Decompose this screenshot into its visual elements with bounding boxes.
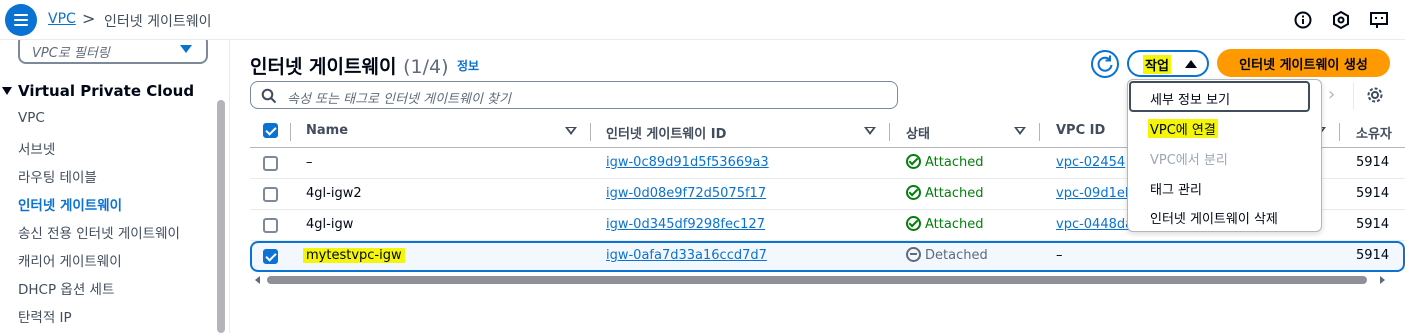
actions-button[interactable]: 작업 [1127, 50, 1209, 77]
cell-vpc-id-link[interactable]: vpc-02454 [1056, 155, 1125, 170]
cell-name: mytestvpc-igw [303, 248, 405, 263]
menu-item-attach-to-vpc[interactable]: VPC에 연결 [1148, 119, 1218, 138]
divider [1353, 82, 1354, 110]
row-checkbox[interactable] [263, 156, 278, 171]
page-title: 인터넷 게이트웨이 (1/4) [250, 52, 449, 79]
minus-circle-icon [906, 247, 921, 262]
select-all-checkbox[interactable] [263, 123, 278, 138]
page-title-text: 인터넷 게이트웨이 [250, 56, 397, 78]
status-badge: Attached [906, 185, 983, 201]
vpc-filter-select[interactable]: VPC로 필터링 [18, 40, 208, 64]
caret-down-icon [2, 87, 12, 95]
sort-icon[interactable] [1014, 127, 1026, 135]
vpc-filter-placeholder: VPC로 필터링 [32, 46, 110, 61]
column-header-igw-id[interactable]: 인터넷 게이트웨이 ID [606, 123, 726, 142]
row-checkbox[interactable] [263, 187, 278, 202]
cell-igw-id-link[interactable]: igw-0c89d91d5f53669a3 [606, 155, 769, 170]
cell-name: 4gl-igw2 [306, 186, 362, 201]
sort-icon[interactable] [565, 127, 577, 135]
refresh-button[interactable] [1091, 50, 1119, 78]
cell-igw-id-link[interactable]: igw-0d345df9298fec127 [606, 217, 765, 232]
info-circle-icon[interactable] [1293, 10, 1313, 30]
info-link[interactable]: 정보 [457, 57, 479, 74]
create-button-label: 인터넷 게이트웨이 생성 [1239, 58, 1368, 73]
caret-up-icon [1185, 60, 1197, 68]
feedback-icon[interactable] [1369, 10, 1389, 30]
selection-count: (1/4) [403, 56, 449, 78]
menu-item-delete-igw[interactable]: 인터넷 게이트웨이 삭제 [1150, 208, 1278, 227]
column-header-state[interactable]: 상태 [906, 123, 930, 142]
cell-igw-id-link[interactable]: igw-0afa7d33a16ccd7d7 [606, 248, 767, 263]
cell-vpc-id: – [1056, 248, 1063, 263]
status-badge: Detached [906, 247, 988, 263]
column-header-name[interactable]: Name [306, 123, 348, 138]
column-divider [590, 123, 591, 141]
cell-owner: 5914 [1356, 186, 1390, 201]
sidebar-item-subnets[interactable]: 서브넷 [18, 138, 55, 158]
row-checkbox[interactable] [263, 218, 278, 233]
security-hex-icon[interactable] [1331, 10, 1351, 30]
settings-gear-icon[interactable] [1366, 86, 1384, 104]
status-badge: Attached [906, 154, 983, 170]
section-title: Virtual Private Cloud [18, 82, 195, 100]
column-header-vpc-id[interactable]: VPC ID [1056, 123, 1105, 138]
section-virtual-private-cloud[interactable]: Virtual Private Cloud [2, 82, 194, 100]
create-internet-gateway-button[interactable]: 인터넷 게이트웨이 생성 [1217, 49, 1390, 77]
cell-name: – [306, 155, 313, 170]
check-circle-icon [906, 216, 921, 231]
sidebar-item-internet-gateways[interactable]: 인터넷 게이트웨이 [18, 194, 122, 214]
chevron-right-icon[interactable]: › [1328, 84, 1335, 105]
cell-igw-id-link[interactable]: igw-0d08e9f72d5075f17 [606, 186, 766, 201]
sidebar-item-elastic-ips[interactable]: 탄력적 IP [18, 306, 72, 326]
cell-owner: 5914 [1356, 217, 1390, 232]
check-circle-icon [906, 185, 921, 200]
scrollbar-thumb[interactable] [267, 276, 1367, 284]
column-header-owner[interactable]: 소유자 [1356, 123, 1392, 142]
actions-label: 작업 [1143, 55, 1171, 74]
cell-owner: 5914 [1356, 248, 1390, 263]
table-row-selected[interactable]: mytestvpc-igw igw-0afa7d33a16ccd7d7 Deta… [250, 241, 1405, 272]
sidebar-scrollbar[interactable] [217, 100, 225, 333]
menu-icon[interactable] [5, 4, 37, 36]
cell-vpc-id-link[interactable]: vpc-0448da [1056, 217, 1133, 232]
check-circle-icon [906, 154, 921, 169]
side-navigation: VPC로 필터링 Virtual Private Cloud VPC 서브넷 라… [0, 40, 230, 333]
caret-down-icon [180, 45, 192, 53]
column-divider [889, 123, 890, 141]
sidebar-item-vpc[interactable]: VPC [18, 110, 45, 126]
scroll-left-icon[interactable] [255, 276, 260, 284]
sidebar-item-dhcp-option-sets[interactable]: DHCP 옵션 세트 [18, 278, 114, 298]
menu-item-view-details[interactable]: 세부 정보 보기 [1150, 89, 1230, 108]
actions-dropdown-menu: 세부 정보 보기 VPC에 연결 VPC에서 분리 태그 관리 인터넷 게이트웨… [1127, 79, 1322, 232]
cell-name: 4gl-igw [306, 217, 354, 232]
search-icon [261, 88, 277, 104]
search-input[interactable]: 속성 또는 태그로 인터넷 게이트웨이 찾기 [250, 81, 898, 109]
sidebar-item-route-tables[interactable]: 라우팅 테이블 [18, 166, 97, 186]
column-divider [290, 123, 291, 141]
breadcrumb-vpc-link[interactable]: VPC [48, 11, 76, 27]
status-badge: Attached [906, 216, 983, 232]
table-horizontal-scrollbar[interactable] [255, 275, 1385, 285]
search-placeholder: 속성 또는 태그로 인터넷 게이트웨이 찾기 [287, 92, 511, 107]
scroll-right-icon[interactable] [1380, 276, 1385, 284]
menu-item-detach-from-vpc: VPC에서 분리 [1150, 153, 1228, 168]
cell-vpc-id-link[interactable]: vpc-09d1el [1056, 186, 1128, 201]
row-checkbox[interactable] [263, 249, 278, 264]
sidebar-item-egress-only-igw[interactable]: 송신 전용 인터넷 게이트웨이 [18, 222, 180, 242]
cell-owner: 5914 [1356, 155, 1390, 170]
top-navigation: VPC > 인터넷 게이트웨이 [0, 0, 1405, 40]
menu-item-manage-tags[interactable]: 태그 관리 [1150, 179, 1202, 198]
breadcrumb-current: 인터넷 게이트웨이 [104, 14, 212, 30]
chevron-right-icon: > [82, 9, 96, 28]
refresh-icon [1097, 55, 1113, 72]
column-divider [1339, 123, 1340, 141]
sort-icon[interactable] [864, 127, 876, 135]
column-divider [1039, 123, 1040, 141]
sidebar-item-carrier-gateways[interactable]: 캐리어 게이트웨이 [18, 250, 122, 270]
